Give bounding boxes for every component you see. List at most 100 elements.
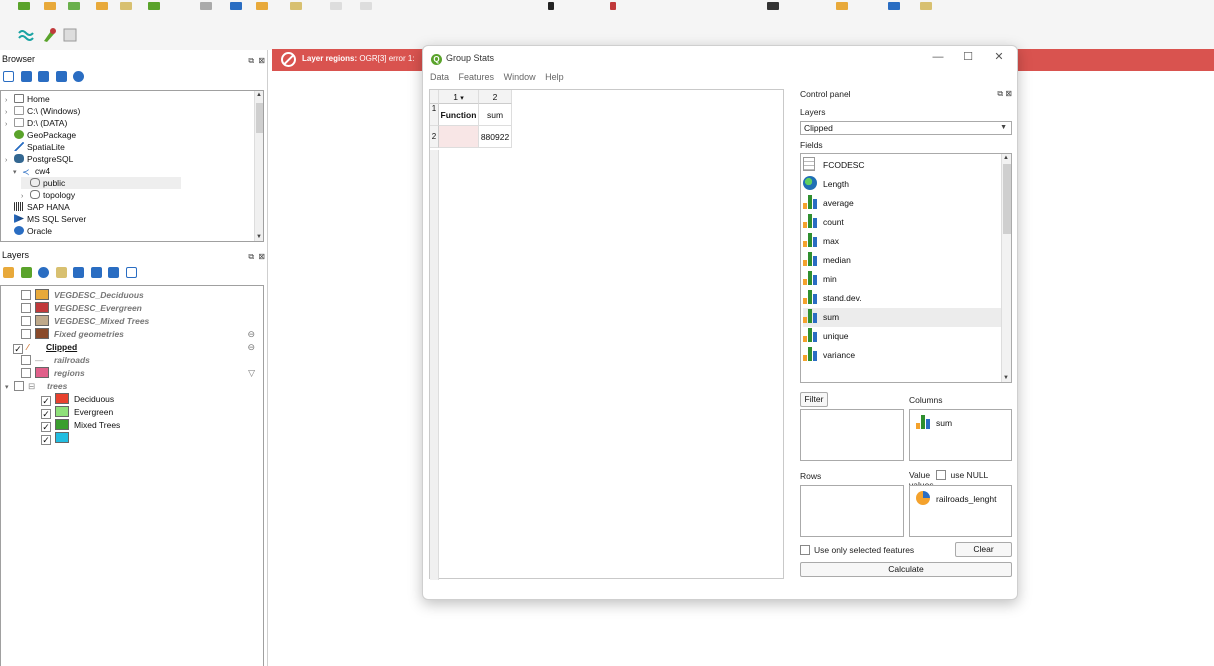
calculate-button[interactable]: Calculate bbox=[800, 562, 1012, 577]
field-item[interactable]: count bbox=[803, 213, 1001, 232]
legend-checkbox[interactable]: ✓ bbox=[41, 435, 51, 445]
menu-window[interactable]: Window bbox=[504, 72, 536, 82]
rows-drop-area[interactable] bbox=[800, 485, 904, 537]
legend-row[interactable]: ✓ Deciduous bbox=[41, 393, 114, 406]
selected-only-checkbox[interactable] bbox=[800, 545, 810, 555]
field-item[interactable]: stand.dev. bbox=[803, 289, 1001, 308]
table-corner[interactable] bbox=[430, 90, 439, 104]
browser-item-home[interactable]: › Home bbox=[5, 93, 50, 105]
toolbar-icon[interactable] bbox=[290, 2, 302, 10]
embedded-layer-icon[interactable]: ⊖ bbox=[247, 341, 255, 354]
toolbar-icon[interactable] bbox=[767, 2, 779, 10]
layer-checkbox[interactable] bbox=[21, 290, 31, 300]
menu-help[interactable]: Help bbox=[545, 72, 564, 82]
browser-item-postgresql[interactable]: › PostgreSQL bbox=[5, 153, 73, 165]
toolbar-icon[interactable] bbox=[148, 2, 160, 10]
dock-float-close-icon[interactable]: ⧉ ⊠ bbox=[248, 54, 266, 68]
browser-tree[interactable]: › Home › C:\ (Windows) › D:\ (DATA) GeoPack… bbox=[0, 90, 264, 242]
layer-row[interactable]: VEGDESC_Deciduous bbox=[21, 289, 144, 302]
dock-float-close-icon[interactable]: ⧉ ⊠ bbox=[997, 89, 1012, 99]
table-cell[interactable]: Function bbox=[439, 104, 479, 126]
toolbar-icon[interactable] bbox=[836, 2, 848, 10]
legend-row[interactable]: ✓ bbox=[41, 432, 74, 445]
browser-item-c-drive[interactable]: › C:\ (Windows) bbox=[5, 105, 80, 117]
filter-expression-icon[interactable] bbox=[73, 267, 85, 278]
toolbar-icon[interactable] bbox=[888, 2, 900, 10]
dock-splitter[interactable] bbox=[267, 50, 268, 666]
layer-checkbox[interactable] bbox=[21, 303, 31, 313]
toolbar-icon[interactable] bbox=[44, 2, 56, 10]
fields-scrollbar[interactable]: ▲ ▼ bbox=[1001, 154, 1011, 382]
field-item[interactable]: average bbox=[803, 194, 1001, 213]
layer-row[interactable]: Fixed geometries ⊖ bbox=[21, 328, 261, 341]
filter-drop-area[interactable] bbox=[800, 409, 904, 461]
legend-row[interactable]: ✓ Evergreen bbox=[41, 406, 113, 419]
table-tool-icon[interactable] bbox=[62, 27, 78, 43]
collapse-all-icon[interactable] bbox=[108, 267, 120, 278]
browser-item-spatialite[interactable]: SpatiaLite bbox=[14, 141, 65, 153]
toolbar-icon[interactable] bbox=[120, 2, 132, 10]
result-table[interactable]: 1 ▾ 2 1 Function sum 2 880922 bbox=[429, 89, 784, 580]
column-header[interactable]: 2 bbox=[479, 90, 512, 104]
browser-scrollbar[interactable]: ▲ ▼ bbox=[254, 91, 263, 241]
layer-checkbox[interactable] bbox=[21, 368, 31, 378]
browser-item-public[interactable]: public bbox=[21, 177, 181, 189]
edit-tool-icon[interactable] bbox=[42, 27, 58, 43]
browser-item-d-drive[interactable]: › D:\ (DATA) bbox=[5, 117, 67, 129]
browser-item-geopackage[interactable]: GeoPackage bbox=[14, 129, 76, 141]
field-item[interactable]: median bbox=[803, 251, 1001, 270]
toolbar-icon[interactable] bbox=[200, 2, 212, 10]
close-button[interactable]: ✕ bbox=[989, 50, 1009, 64]
browser-item-cw4[interactable]: ▾ ≺ cw4 bbox=[13, 165, 50, 177]
layer-checkbox[interactable] bbox=[14, 381, 24, 391]
browser-item-sap-hana[interactable]: SAP HANA bbox=[14, 201, 70, 213]
field-item[interactable]: Length bbox=[803, 175, 1001, 194]
visibility-icon[interactable] bbox=[38, 267, 50, 278]
field-item[interactable]: max bbox=[803, 232, 1001, 251]
layer-row[interactable]: ▾ ⊟ trees bbox=[5, 380, 67, 393]
toolbar-icon[interactable] bbox=[96, 2, 108, 10]
layer-row[interactable]: ✓ ⁄ Clipped ⊖ bbox=[13, 341, 261, 354]
expand-all-icon[interactable] bbox=[90, 267, 102, 278]
add-group-icon[interactable] bbox=[20, 267, 32, 278]
column-header[interactable]: 1 ▾ bbox=[439, 90, 479, 104]
legend-checkbox[interactable]: ✓ bbox=[41, 422, 51, 432]
maximize-button[interactable]: ☐ bbox=[958, 50, 978, 64]
table-cell[interactable]: sum bbox=[479, 104, 512, 126]
minimize-button[interactable]: — bbox=[928, 50, 948, 64]
filter-icon[interactable] bbox=[38, 71, 50, 82]
layer-row[interactable]: VEGDESC_Evergreen bbox=[21, 302, 142, 315]
layer-checkbox[interactable] bbox=[21, 355, 31, 365]
layer-checkbox[interactable]: ✓ bbox=[13, 344, 23, 354]
browser-item-topology[interactable]: › topology bbox=[21, 189, 75, 201]
column-item[interactable]: sum bbox=[916, 415, 952, 429]
wave-icon[interactable] bbox=[18, 27, 34, 43]
menu-data[interactable]: Data bbox=[430, 72, 449, 82]
browser-item-mssql[interactable]: MS SQL Server bbox=[14, 213, 86, 225]
table-cell[interactable] bbox=[439, 126, 479, 148]
filter-button[interactable]: Filter bbox=[800, 392, 828, 407]
filter-legend-icon[interactable] bbox=[55, 267, 67, 278]
layer-row[interactable]: VEGDESC_Mixed Trees bbox=[21, 315, 149, 328]
toolbar-icon[interactable] bbox=[360, 2, 372, 10]
value-drop-area[interactable]: railroads_lenght bbox=[909, 485, 1012, 537]
fields-list[interactable]: FCODESC Length average count max median … bbox=[800, 153, 1012, 383]
row-header[interactable]: 1 bbox=[430, 104, 439, 126]
menu-features[interactable]: Features bbox=[459, 72, 495, 82]
field-item[interactable]: variance bbox=[803, 346, 1001, 365]
toolbar-icon[interactable] bbox=[68, 2, 80, 10]
field-item-selected[interactable]: sum bbox=[803, 308, 1001, 327]
toolbar-icon[interactable] bbox=[920, 2, 932, 10]
field-item[interactable]: min bbox=[803, 270, 1001, 289]
add-selected-icon[interactable] bbox=[3, 71, 14, 82]
toolbar-icon[interactable] bbox=[230, 2, 242, 10]
chevron-down-icon[interactable]: ▾ bbox=[460, 95, 464, 102]
layers-tree[interactable]: VEGDESC_Deciduous VEGDESC_Evergreen VEGD… bbox=[0, 285, 264, 666]
toolbar-icon[interactable] bbox=[548, 2, 554, 10]
legend-row[interactable]: ✓ Mixed Trees bbox=[41, 419, 120, 432]
style-icon[interactable] bbox=[3, 267, 14, 278]
table-cell[interactable]: 880922 bbox=[479, 126, 512, 148]
filter-icon[interactable]: ▽ bbox=[248, 367, 255, 380]
toolbar-icon[interactable] bbox=[330, 2, 342, 10]
legend-checkbox[interactable]: ✓ bbox=[41, 396, 51, 406]
